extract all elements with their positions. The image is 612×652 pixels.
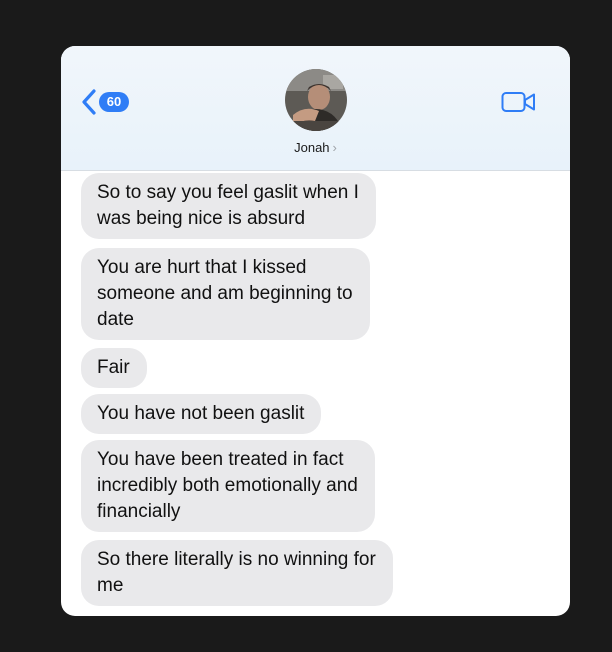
message-bubble[interactable]: So there literally is no winning for me	[81, 540, 393, 606]
avatar[interactable]	[285, 69, 347, 131]
contact-name-button[interactable]: Jonah ›	[61, 140, 570, 155]
message-bubble[interactable]: So to say you feel gaslit when I was bei…	[81, 173, 376, 239]
contact-photo	[285, 69, 347, 131]
video-call-button[interactable]	[501, 90, 537, 119]
message-list[interactable]: So to say you feel gaslit when I was bei…	[61, 170, 570, 616]
message-bubble[interactable]: You have been treated in fact incredibly…	[81, 440, 375, 532]
contact-name: Jonah	[294, 140, 330, 155]
chevron-left-icon	[81, 89, 97, 115]
message-bubble[interactable]: Fair	[81, 348, 147, 388]
chevron-right-icon: ›	[332, 140, 337, 155]
video-camera-icon	[501, 92, 537, 118]
message-bubble[interactable]: You have not been gaslit	[81, 394, 322, 434]
message-bubble[interactable]: You are hurt that I kissed someone and a…	[81, 248, 370, 340]
back-button[interactable]: 60	[81, 88, 129, 116]
unread-count-badge: 60	[99, 92, 129, 112]
conversation-header: 60 Jonah ›	[61, 46, 570, 171]
conversation-window: 60 Jonah › So to say you feel gaslit whe…	[61, 46, 570, 616]
